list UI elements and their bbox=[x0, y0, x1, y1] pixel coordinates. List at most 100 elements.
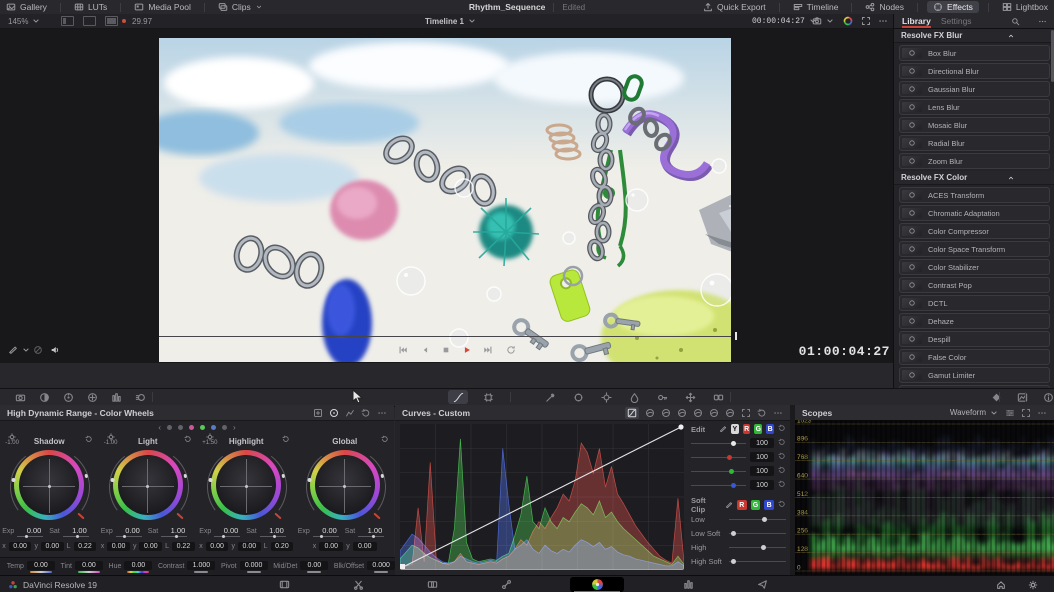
param-hue[interactable]: Hue0.00 bbox=[109, 561, 153, 573]
fx-item-dctl[interactable]: DCTL bbox=[899, 295, 1050, 311]
timeline-select[interactable]: Timeline 1 bbox=[425, 14, 477, 28]
page-button-media[interactable] bbox=[274, 577, 294, 592]
page-button-cut[interactable] bbox=[348, 577, 368, 592]
wheel-reset-icon[interactable] bbox=[282, 435, 290, 445]
viewer-image[interactable] bbox=[159, 38, 731, 362]
fx-item-false-color[interactable]: False Color bbox=[899, 349, 1050, 365]
color-wheel[interactable] bbox=[206, 449, 286, 523]
wheel-right-handle[interactable] bbox=[380, 474, 384, 478]
tool-tracker[interactable] bbox=[596, 390, 616, 404]
hue-vs-hue-icon[interactable] bbox=[645, 408, 655, 418]
wheel-slider[interactable]: Exp0.00 bbox=[2, 526, 49, 537]
edit-slider-value[interactable]: 100 bbox=[750, 466, 774, 476]
wheel-slider[interactable]: Sat1.00 bbox=[49, 526, 96, 537]
soft-slider-handle[interactable] bbox=[762, 517, 767, 522]
page-button-fairlight[interactable] bbox=[678, 577, 698, 592]
topbar-button-timeline[interactable]: Timeline bbox=[787, 0, 845, 14]
page-button-fusion[interactable] bbox=[496, 577, 516, 592]
curves-options-icon[interactable] bbox=[773, 408, 783, 418]
edit-slider-value[interactable]: 100 bbox=[750, 438, 774, 448]
chevron-down-icon[interactable] bbox=[21, 345, 31, 357]
wheel-slider[interactable]: Exp0.00 bbox=[199, 526, 246, 537]
wheel-page-prev[interactable]: ‹ bbox=[158, 423, 161, 432]
page-button-deliver[interactable] bbox=[752, 577, 772, 592]
soft-slider-track[interactable] bbox=[729, 561, 786, 562]
tool-power-window[interactable] bbox=[568, 390, 588, 404]
wheel-right-handle[interactable] bbox=[84, 474, 88, 478]
stop-button[interactable] bbox=[441, 345, 451, 357]
edit-slider-value[interactable]: 100 bbox=[750, 452, 774, 462]
edit-slider-track[interactable] bbox=[691, 485, 746, 486]
step-back-button[interactable] bbox=[420, 345, 430, 357]
tool-qualifier[interactable] bbox=[540, 390, 560, 404]
coord-value[interactable]: 0.00 bbox=[353, 542, 377, 551]
wheel-slider[interactable]: Sat1.00 bbox=[246, 526, 293, 537]
topbar-button-nodes[interactable]: Nodes bbox=[859, 0, 910, 14]
lum-vs-sat-icon[interactable] bbox=[693, 408, 703, 418]
expand-icon[interactable] bbox=[1021, 408, 1031, 418]
param-tint[interactable]: Tint0.00 bbox=[61, 561, 103, 573]
fx-item-dehaze[interactable]: Dehaze bbox=[899, 313, 1050, 329]
topbar-button-clips[interactable]: Clips bbox=[212, 0, 269, 14]
reset-curves-icon[interactable] bbox=[757, 408, 767, 418]
fx-item-box-blur[interactable]: Box Blur bbox=[899, 45, 1050, 61]
tool-color-wheels[interactable] bbox=[58, 390, 78, 404]
coord-value[interactable]: 0.00 bbox=[139, 542, 162, 551]
fx-item-radial-blur[interactable]: Radial Blur bbox=[899, 135, 1050, 151]
tool-camera-raw[interactable] bbox=[10, 390, 30, 404]
audio-mute-icon[interactable] bbox=[50, 345, 60, 357]
library-section-header[interactable]: Resolve FX Blur bbox=[894, 29, 1054, 43]
wheel-falloff[interactable]: -1.00 bbox=[5, 433, 19, 446]
go-to-end-button[interactable] bbox=[483, 345, 493, 357]
edit-slider-handle[interactable] bbox=[727, 455, 732, 460]
viewer-timecode[interactable]: 00:00:04:27 bbox=[752, 14, 818, 28]
channel-button-r[interactable]: R bbox=[743, 424, 751, 434]
soft-slider-track[interactable] bbox=[729, 533, 786, 534]
wheel-reset-icon[interactable] bbox=[85, 435, 93, 445]
fx-item-color-space-transform[interactable]: Color Space Transform bbox=[899, 241, 1050, 257]
edit-slider-handle[interactable] bbox=[729, 469, 734, 474]
wheel-page-dot-5[interactable] bbox=[211, 425, 216, 430]
reset-icon[interactable] bbox=[778, 452, 786, 462]
link-icon[interactable] bbox=[719, 425, 727, 433]
param-pivot[interactable]: Pivot0.000 bbox=[221, 561, 268, 573]
coord-value[interactable]: 0.20 bbox=[271, 542, 294, 551]
wheel-page-dot-2[interactable] bbox=[178, 425, 183, 430]
reset-icon[interactable] bbox=[778, 424, 786, 434]
topbar-button-luts[interactable]: LUTs bbox=[68, 0, 113, 14]
coord-value[interactable]: 0.00 bbox=[206, 542, 229, 551]
tool-hdr-grade[interactable] bbox=[82, 390, 102, 404]
page-button-edit[interactable] bbox=[422, 577, 442, 592]
tool-keyframes[interactable] bbox=[986, 390, 1006, 404]
fx-item-gaussian-blur[interactable]: Gaussian Blur bbox=[899, 81, 1050, 97]
coord-value[interactable]: 0.00 bbox=[319, 542, 343, 551]
wheel-page-dot-6[interactable] bbox=[222, 425, 227, 430]
coord-value[interactable]: 0.00 bbox=[107, 542, 130, 551]
library-tab-library[interactable]: Library bbox=[902, 14, 931, 28]
soft-slider-handle[interactable] bbox=[761, 545, 766, 550]
fx-item-mosaic-blur[interactable]: Mosaic Blur bbox=[899, 117, 1050, 133]
soft-slider-track[interactable] bbox=[729, 519, 786, 520]
coord-value[interactable]: 0.00 bbox=[238, 542, 261, 551]
wheel-reset-icon[interactable] bbox=[184, 435, 192, 445]
wheel-page-dot-3[interactable] bbox=[189, 425, 194, 430]
wheel-page-next[interactable]: › bbox=[233, 423, 236, 432]
wheel-slider[interactable]: Exp0.00 bbox=[298, 526, 345, 537]
split-viewer-icon[interactable] bbox=[83, 16, 96, 26]
bypass-grades-icon[interactable] bbox=[33, 345, 43, 357]
tool-info[interactable] bbox=[1038, 390, 1054, 404]
edit-slider-track[interactable] bbox=[691, 457, 746, 458]
reset-icon[interactable] bbox=[778, 500, 786, 510]
param-middet[interactable]: Mid/Det0.00 bbox=[273, 561, 328, 573]
reset-icon[interactable] bbox=[778, 480, 786, 490]
channel-button-g[interactable]: G bbox=[754, 424, 762, 434]
topbar-button-media-pool[interactable]: Media Pool bbox=[128, 0, 197, 14]
edit-slider-track[interactable] bbox=[691, 471, 746, 472]
viewer-options-button[interactable] bbox=[878, 14, 888, 28]
tool-motion-effects[interactable] bbox=[130, 390, 150, 404]
add-zone-icon[interactable] bbox=[313, 408, 323, 418]
wheel-right-handle[interactable] bbox=[183, 474, 187, 478]
wheel-slider[interactable]: Sat1.00 bbox=[148, 526, 195, 537]
viewer-playhead[interactable] bbox=[735, 332, 737, 340]
edit-slider-handle[interactable] bbox=[731, 441, 736, 446]
